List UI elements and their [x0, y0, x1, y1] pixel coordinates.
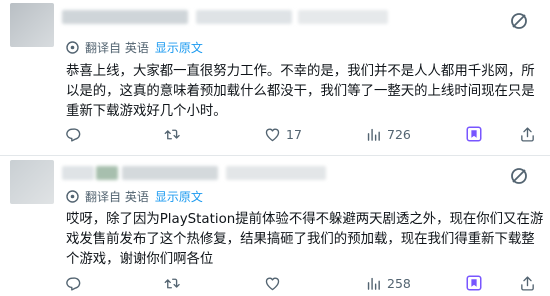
bookmark-icon [465, 125, 483, 143]
views-button[interactable]: 258 [365, 271, 411, 295]
retweet-button[interactable] [163, 271, 181, 295]
bookmark-icon [465, 274, 483, 292]
post-actions: 258 [56, 271, 546, 295]
author-handle[interactable] [122, 166, 218, 180]
translation-bar: 翻译自 英语 显示原文 [66, 187, 203, 205]
like-icon [264, 275, 281, 292]
show-original-link[interactable]: 显示原文 [155, 188, 203, 205]
avatar[interactable] [10, 160, 54, 204]
like-icon [264, 126, 281, 143]
view-count: 726 [387, 126, 411, 142]
like-button[interactable]: 17 [264, 122, 302, 146]
author-name[interactable] [62, 166, 94, 180]
bookmark-button[interactable] [465, 122, 483, 146]
translated-from-label: 翻译自 英语 [85, 40, 149, 55]
translation-bar: 翻译自 英语 显示原文 [66, 38, 203, 56]
share-button[interactable] [519, 271, 536, 295]
view-count: 258 [387, 275, 411, 291]
reply-icon [64, 275, 81, 292]
grok-icon[interactable] [504, 165, 534, 187]
views-icon [365, 275, 382, 292]
translate-icon [66, 189, 79, 203]
translated-from-label: 翻译自 英语 [85, 189, 149, 204]
like-button[interactable] [264, 271, 286, 295]
retweet-button[interactable] [163, 122, 181, 146]
share-button[interactable] [519, 122, 536, 146]
show-original-link[interactable]: 显示原文 [155, 39, 203, 56]
share-icon [519, 126, 536, 143]
post-text: 恭喜上线，大家都一直很努力工作。不幸的是，我们并不是人人都用千兆网，所以是的，这… [66, 64, 535, 119]
views-button[interactable]: 726 [365, 122, 411, 146]
share-icon [519, 275, 536, 292]
reply-icon [64, 126, 81, 143]
post-time[interactable] [298, 10, 388, 24]
views-icon [365, 126, 382, 143]
post-text: 哎呀，除了因为PlayStation提前体验不得不躲避两天剧透之外，现在你们又在… [66, 212, 544, 267]
post-time[interactable] [226, 166, 326, 180]
avatar[interactable] [10, 3, 54, 47]
bookmark-button[interactable] [465, 271, 483, 295]
grok-icon[interactable] [504, 10, 534, 32]
translate-icon [66, 40, 79, 54]
retweet-icon [163, 126, 181, 143]
author-name[interactable] [96, 166, 118, 180]
author-name[interactable] [62, 10, 188, 24]
post-actions: 17 726 [56, 122, 546, 146]
reply-button[interactable] [64, 122, 81, 146]
post[interactable]: 翻译自 英语 显示原文 哎呀，除了因为PlayStation提前体验不得不躲避两… [0, 157, 550, 296]
reply-button[interactable] [64, 271, 81, 295]
post[interactable]: 翻译自 英语 显示原文 恭喜上线，大家都一直很努力工作。不幸的是，我们并不是人人… [0, 0, 550, 156]
like-count: 17 [286, 126, 302, 142]
retweet-icon [163, 275, 181, 292]
author-handle[interactable] [196, 10, 292, 24]
